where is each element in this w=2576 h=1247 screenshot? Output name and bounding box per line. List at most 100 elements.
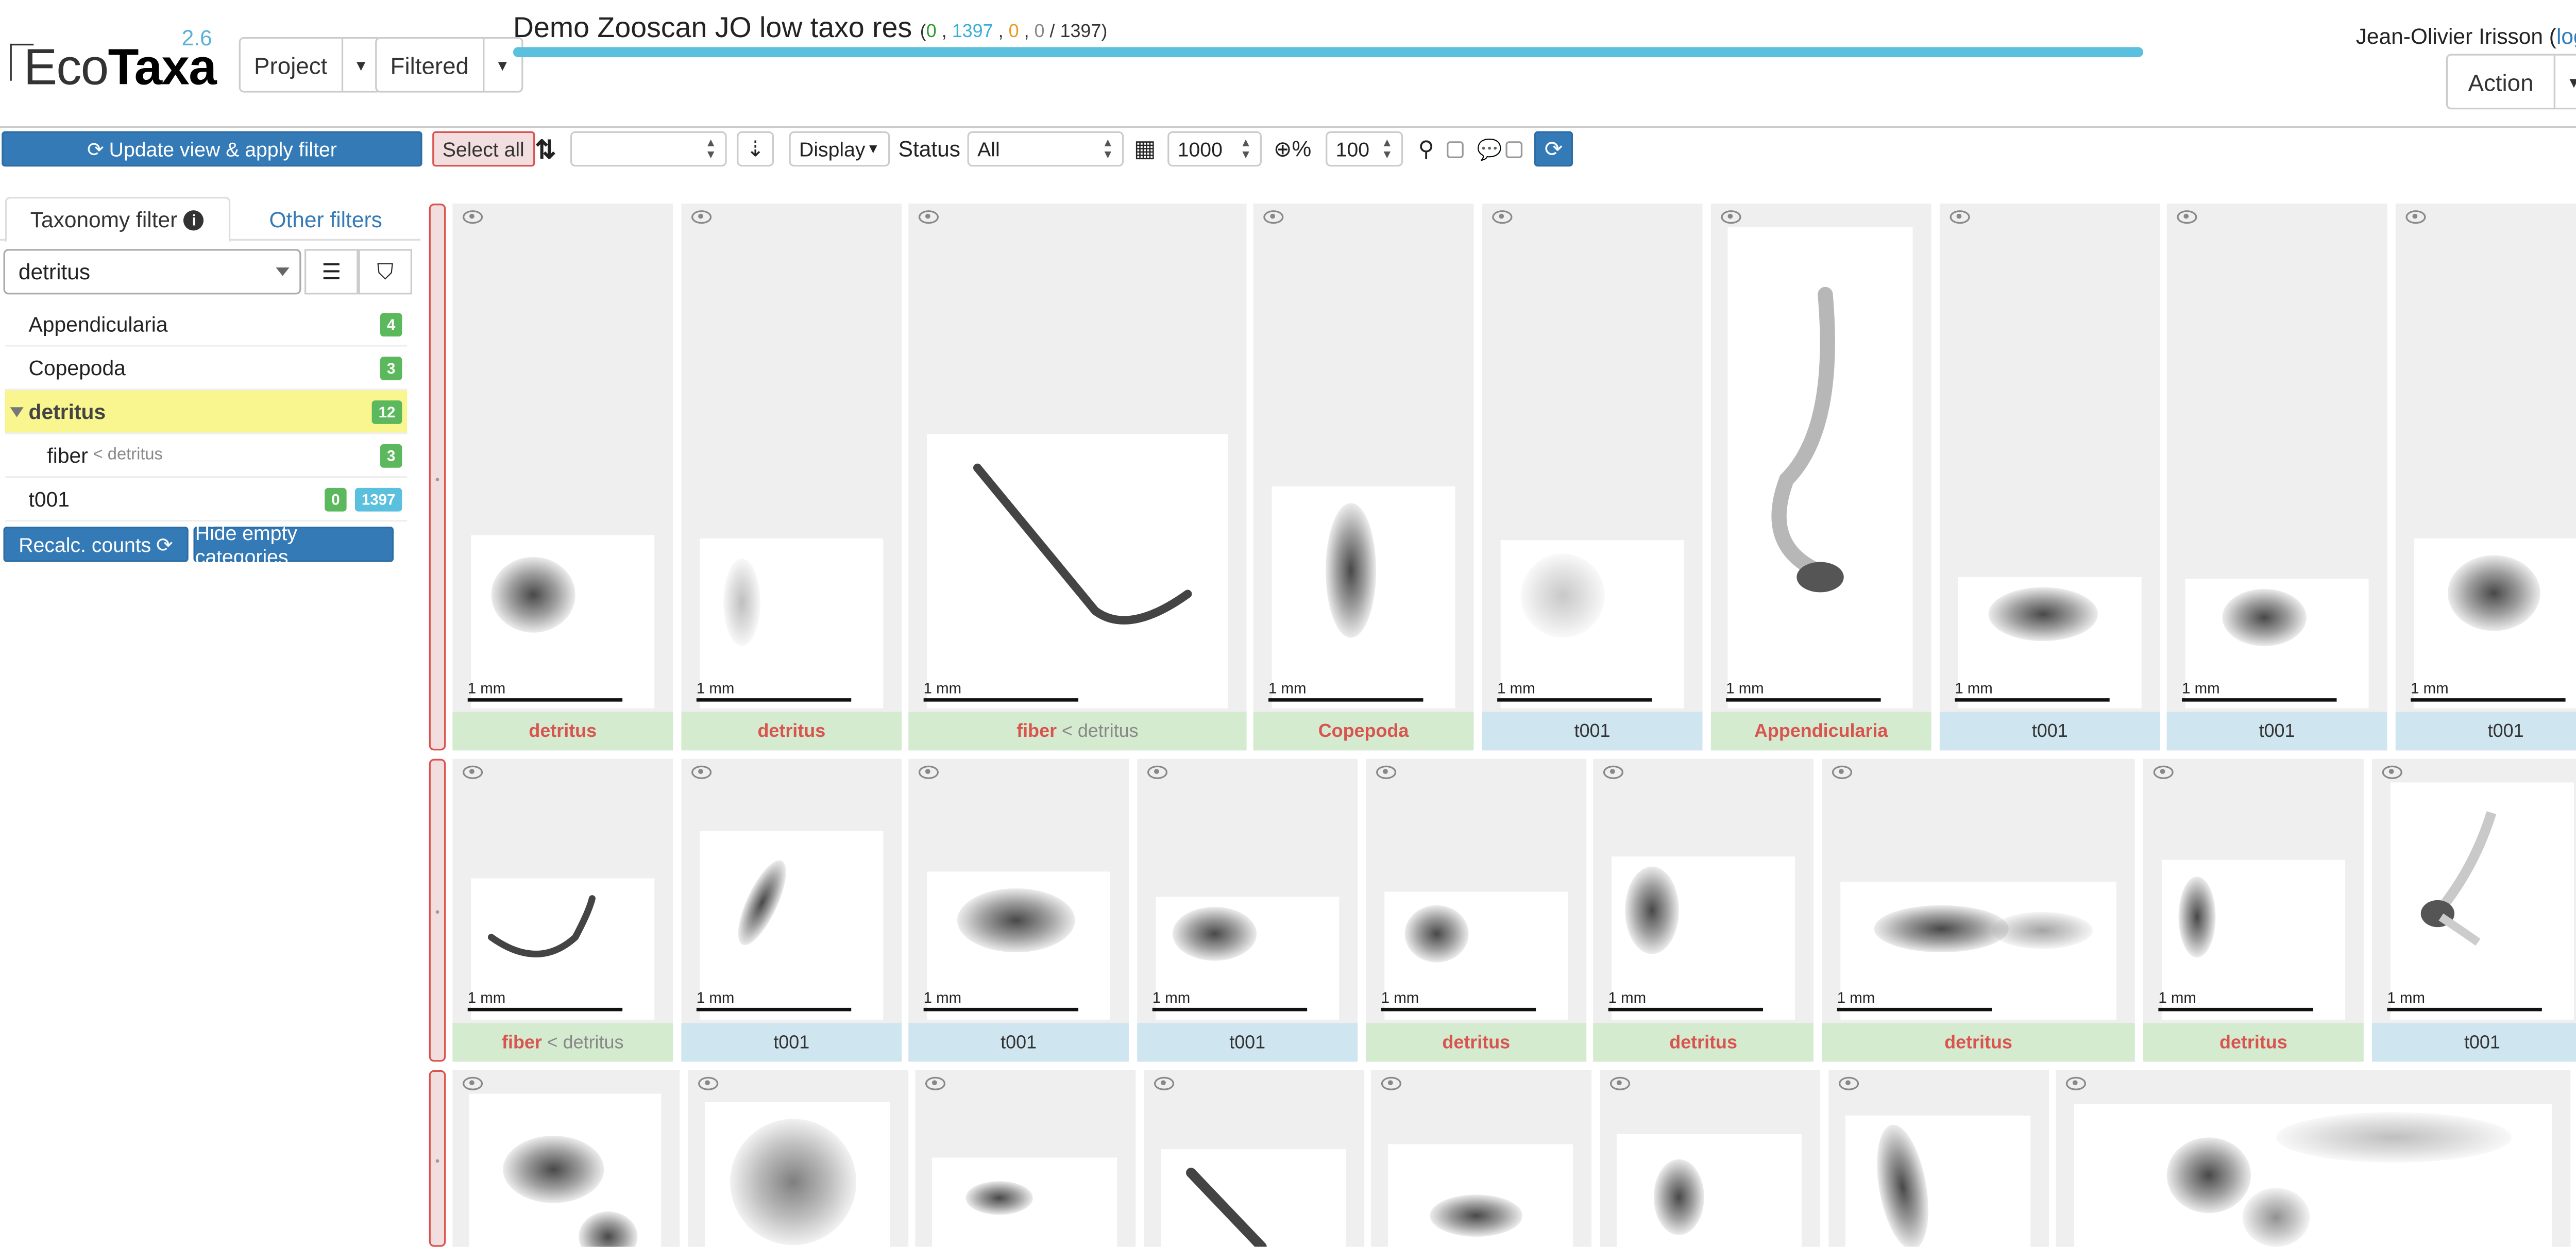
eye-icon[interactable] xyxy=(1381,1076,1401,1090)
specimen-shape xyxy=(1404,905,1469,963)
tree-item-appendicularia[interactable]: Appendicularia 4 xyxy=(5,303,408,347)
vignette[interactable]: 1 mm detritus xyxy=(1822,759,2135,1062)
scale-bar xyxy=(1726,698,1881,702)
eye-icon[interactable] xyxy=(691,210,712,224)
sort-icon[interactable]: ⇅ xyxy=(535,131,556,167)
logout-link[interactable]: log out xyxy=(2556,24,2576,49)
vignette[interactable]: 1 mm t001 xyxy=(681,759,902,1062)
vignette[interactable]: 1 mm detritus xyxy=(1593,759,1814,1062)
status-select[interactable]: All ▲ ▼ xyxy=(967,131,1124,167)
eye-icon[interactable] xyxy=(1376,765,1397,779)
vignette[interactable] xyxy=(452,1070,680,1247)
eye-icon[interactable] xyxy=(2153,765,2174,779)
zoom-select[interactable]: 100 ▲ ▼ xyxy=(1326,131,1403,167)
hide-empty-button[interactable]: Hide empty categories xyxy=(193,521,394,568)
tab-other-filters[interactable]: Other filters xyxy=(269,197,382,242)
taxonomy-filter-input[interactable]: detritus xyxy=(3,249,301,295)
eye-icon[interactable] xyxy=(1147,765,1168,779)
vignette-label: detritus xyxy=(681,712,902,751)
vignette[interactable]: 1 mm t001 xyxy=(2395,204,2576,751)
count-badge-predicted: 1397 xyxy=(354,487,402,512)
vignette[interactable] xyxy=(1828,1070,2049,1247)
vignette[interactable] xyxy=(688,1070,909,1247)
vignette[interactable] xyxy=(1371,1070,1591,1247)
eye-icon[interactable] xyxy=(1721,210,1741,224)
eye-icon[interactable] xyxy=(698,1076,719,1090)
vignette[interactable]: 1 mm detritus xyxy=(681,204,902,751)
eye-icon[interactable] xyxy=(462,765,483,779)
tags-button[interactable]: ⛉ xyxy=(358,249,412,295)
eye-icon[interactable] xyxy=(918,765,939,779)
specimen-shape xyxy=(2276,1112,2512,1163)
select-all-button[interactable]: Select all xyxy=(432,131,535,167)
taxonomy-filter-value: detritus xyxy=(18,259,91,284)
row-select-handle[interactable] xyxy=(429,1070,446,1247)
top-bar: EcoTaxa 2.6 Project ▼ Filtered ▼ Demo Zo… xyxy=(0,0,2576,128)
show-details-checkbox[interactable] xyxy=(1447,131,1464,167)
eye-icon[interactable] xyxy=(462,1076,483,1090)
refresh-button[interactable]: ⟳ xyxy=(1534,131,1573,167)
eye-icon[interactable] xyxy=(918,210,939,224)
counts-sep: , xyxy=(936,22,952,42)
specimen-shape xyxy=(1874,905,2009,953)
recalc-counts-button[interactable]: Recalc. counts ⟳ xyxy=(3,527,189,562)
vignette[interactable]: 1 mm Appendicularia xyxy=(1710,204,1931,751)
eye-icon[interactable] xyxy=(462,210,483,224)
vignette[interactable]: 1 mm t001 xyxy=(908,759,1129,1062)
eye-icon[interactable] xyxy=(2405,210,2426,224)
eye-icon[interactable] xyxy=(1603,765,1624,779)
zoom-suffix: % xyxy=(1292,136,1312,162)
action-menu-button[interactable]: Action ▼ xyxy=(2446,54,2576,110)
vignette[interactable]: 1 mm t001 xyxy=(1482,204,1703,751)
display-select[interactable]: Display ▼ xyxy=(789,131,890,167)
eye-icon[interactable] xyxy=(1154,1076,1175,1090)
vignette[interactable]: 1 mm t001 xyxy=(2166,204,2387,751)
vignette[interactable]: 1 mm fiber < detritus xyxy=(452,759,673,1062)
spinner-arrows-icon: ▲ ▼ xyxy=(1101,137,1114,161)
vignette[interactable]: 1 mm t001 xyxy=(1939,204,2160,751)
row-select-handle[interactable] xyxy=(429,204,446,751)
filtered-menu-button[interactable]: Filtered ▼ xyxy=(375,37,523,93)
eye-icon[interactable] xyxy=(1609,1076,1631,1090)
row-select-handle[interactable] xyxy=(429,759,446,1062)
action-menu-label: Action xyxy=(2448,55,2555,108)
tree-item-detritus[interactable]: detritus 12 xyxy=(5,390,408,434)
specimen-shape xyxy=(491,557,575,633)
eye-icon[interactable] xyxy=(1492,210,1513,224)
ecotaxa-logo[interactable]: EcoTaxa 2.6 xyxy=(10,25,229,98)
eye-icon[interactable] xyxy=(1838,1076,1859,1090)
scale-bar xyxy=(1152,1007,1308,1012)
vignette[interactable] xyxy=(915,1070,1136,1247)
tree-item-fiber[interactable]: fiber < detritus 3 xyxy=(5,434,408,478)
tree-item-copepoda[interactable]: Copepoda 3 xyxy=(5,347,408,391)
eye-icon[interactable] xyxy=(1263,210,1284,224)
sort-alpha-icon[interactable]: ⇣ xyxy=(737,131,774,167)
sort-field-select[interactable]: ▲ ▼ xyxy=(570,131,727,167)
vignette[interactable]: 1 mm detritus xyxy=(452,204,673,751)
eye-icon[interactable] xyxy=(925,1076,946,1090)
eye-icon[interactable] xyxy=(2065,1076,2086,1090)
vignette[interactable] xyxy=(1144,1070,1365,1247)
vignette[interactable] xyxy=(1600,1070,1821,1247)
vignette[interactable]: 1 mm Copepoda xyxy=(1253,204,1474,751)
vignette[interactable] xyxy=(2056,1070,2571,1247)
vignette[interactable]: 1 mm detritus xyxy=(2143,759,2364,1062)
update-view-button[interactable]: ⟳ Update view & apply filter xyxy=(2,131,422,167)
show-comments-checkbox[interactable] xyxy=(1505,131,1523,167)
eye-icon[interactable] xyxy=(1832,765,1853,779)
tab-taxonomy-filter[interactable]: Taxonomy filter i xyxy=(5,197,231,243)
tree-item-t001[interactable]: t001 0 1397 xyxy=(5,478,408,522)
project-menu-button[interactable]: Project ▼ xyxy=(239,37,381,93)
list-view-button[interactable]: ☰ xyxy=(304,249,359,295)
page-size-select[interactable]: 1000 ▲ ▼ xyxy=(1167,131,1262,167)
eye-icon[interactable] xyxy=(2382,765,2402,779)
scale-bar xyxy=(1381,1007,1536,1012)
vignette[interactable]: 1 mm fiber < detritus xyxy=(908,204,1247,751)
vignette[interactable]: 1 mm detritus xyxy=(1366,759,1587,1062)
eye-icon[interactable] xyxy=(691,765,712,779)
object-image xyxy=(1161,1149,1346,1247)
eye-icon[interactable] xyxy=(2177,210,2197,224)
vignette[interactable]: 1 mm t001 xyxy=(2372,759,2576,1062)
vignette[interactable]: 1 mm t001 xyxy=(1137,759,1358,1062)
eye-icon[interactable] xyxy=(1950,210,1970,224)
